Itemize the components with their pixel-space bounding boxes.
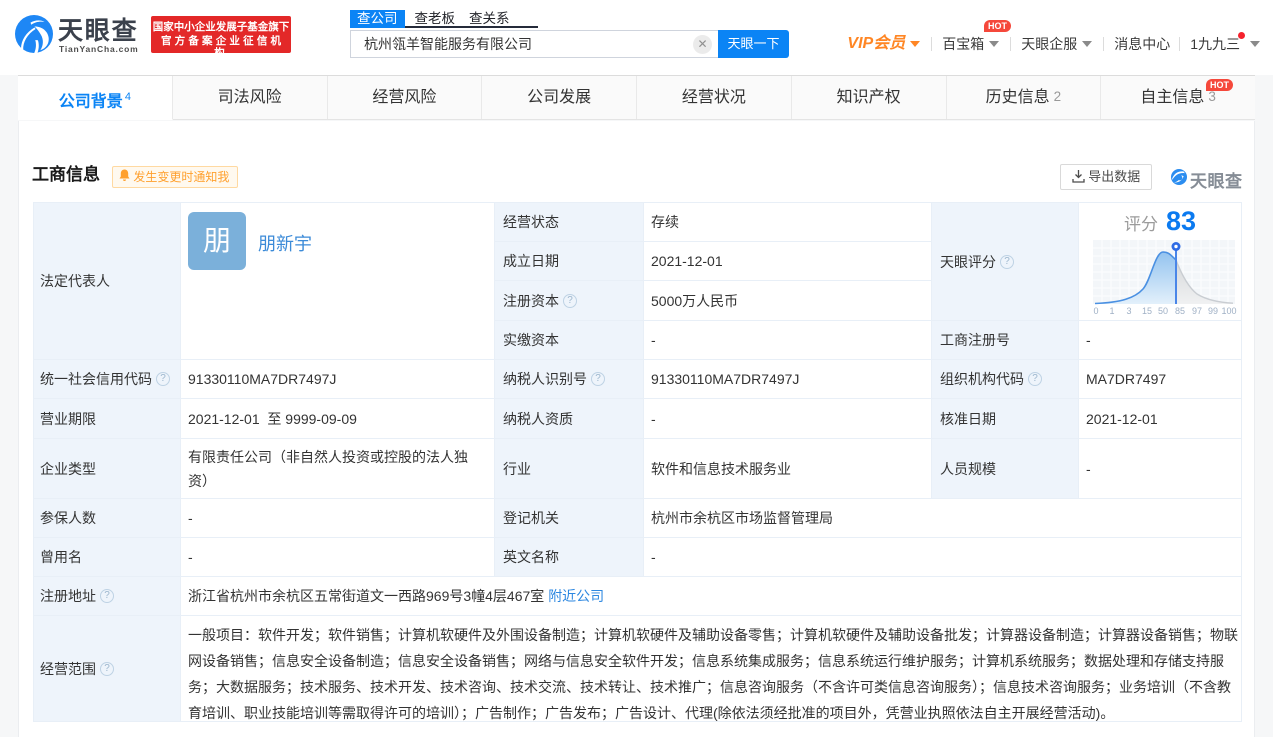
svg-text:1: 1 (1109, 306, 1114, 316)
svg-text:100: 100 (1221, 306, 1236, 316)
svg-text:99: 99 (1208, 306, 1218, 316)
svg-text:97: 97 (1192, 306, 1202, 316)
svg-text:85: 85 (1175, 306, 1185, 316)
svg-text:50: 50 (1158, 306, 1168, 316)
svg-text:0: 0 (1093, 306, 1098, 316)
svg-text:15: 15 (1142, 306, 1152, 316)
svg-text:3: 3 (1126, 306, 1131, 316)
